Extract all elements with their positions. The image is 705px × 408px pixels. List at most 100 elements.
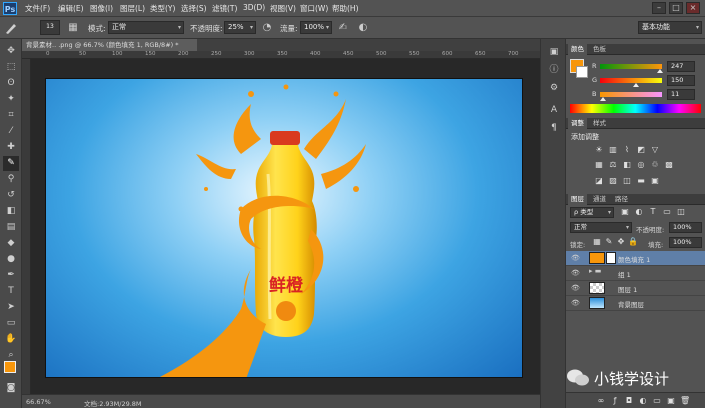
menu-help[interactable]: 帮助(H) [332,3,359,14]
link-layers-icon[interactable]: ∞ [596,396,606,406]
layer-opacity-field[interactable]: 100% [669,222,702,233]
layer-row[interactable]: 👁 颜色填充 1 [566,251,705,266]
layer-row[interactable]: 👁 ▸ ▬ 组 1 [566,266,705,281]
black-white-icon[interactable]: ◧ [622,160,632,170]
type-tool-icon[interactable]: T [3,284,19,299]
lock-position-icon[interactable]: ✥ [616,237,626,247]
slider-handle[interactable] [633,83,640,87]
history-icon[interactable]: ▣ [546,45,562,59]
blend-mode-select[interactable]: 正常 ▾ [570,222,632,233]
photo-filter-icon[interactable]: ◎ [636,160,646,170]
brush-tool-icon[interactable] [4,21,18,35]
new-group-icon[interactable]: ▭ [652,396,662,406]
character-icon[interactable]: A [546,103,562,117]
layer-row[interactable]: 👁 背景图层 [566,296,705,311]
eraser-tool-icon[interactable]: ◧ [3,204,19,219]
tab-paths[interactable]: 路径 [612,194,631,205]
layer-filter-select[interactable]: ρ 类型 ▾ [570,207,614,218]
menu-image[interactable]: 图像(I) [90,3,113,14]
pressure-size-icon[interactable]: ◐ [356,21,370,35]
menu-file[interactable]: 文件(F) [25,3,50,14]
lock-transparency-icon[interactable]: ▦ [592,237,602,247]
quick-mask-icon[interactable]: ◙ [3,381,19,396]
minimize-button[interactable]: – [652,2,666,14]
mode-select[interactable]: 正常 ▾ [108,21,184,34]
slider-handle[interactable] [657,69,664,73]
tab-layers[interactable]: 图层 [568,194,587,205]
filter-type-icon[interactable]: T [648,207,658,217]
brush-tool-icon[interactable]: ✎ [3,156,19,171]
pressure-opacity-icon[interactable]: ◔ [260,21,274,35]
channel-slider-g[interactable] [600,78,662,87]
quick-select-tool-icon[interactable]: ✦ [3,92,19,107]
slider-handle[interactable] [599,97,606,101]
info-icon[interactable]: ⓘ [546,63,562,77]
posterize-icon[interactable]: ▨ [608,176,618,186]
pen-tool-icon[interactable]: ✒ [3,268,19,283]
visibility-eye-icon[interactable]: 👁 [571,299,580,307]
dodge-tool-icon[interactable]: ● [3,252,19,267]
threshold-icon[interactable]: ◫ [622,176,632,186]
lock-all-icon[interactable]: 🔒 [628,237,638,247]
gradient-map-icon[interactable]: ▬ [636,176,646,186]
menu-view[interactable]: 视图(V) [270,3,296,14]
background-color-box[interactable] [576,66,588,78]
foreground-color-swatch[interactable] [4,361,16,373]
new-adjustment-icon[interactable]: ◐ [638,396,648,406]
path-select-tool-icon[interactable]: ➤ [3,300,19,315]
visibility-eye-icon[interactable]: 👁 [571,269,580,277]
vibrance-icon[interactable]: ▽ [650,145,660,155]
channel-mixer-icon[interactable]: ♲ [650,160,660,170]
eyedropper-tool-icon[interactable]: ⁄ [3,124,19,139]
lock-pixels-icon[interactable]: ✎ [604,237,614,247]
menu-edit[interactable]: 编辑(E) [58,3,84,14]
visibility-eye-icon[interactable]: 👁 [571,284,580,292]
crop-tool-icon[interactable]: ⌗ [3,108,19,123]
workspace-select[interactable]: 基本功能 ▾ [638,21,702,34]
paragraph-icon[interactable]: ¶ [546,121,562,135]
marquee-tool-icon[interactable]: ⬚ [3,60,19,75]
clone-stamp-tool-icon[interactable]: ⚲ [3,172,19,187]
menu-select[interactable]: 选择(S) [181,3,207,14]
blur-tool-icon[interactable]: ◆ [3,236,19,251]
filter-pixel-icon[interactable]: ▣ [620,207,630,217]
opacity-field[interactable]: 25% ▾ [224,21,256,34]
color-lookup-icon[interactable]: ▩ [664,160,674,170]
menu-window[interactable]: 窗口(W) [300,3,328,14]
airbrush-icon[interactable]: ✍ [336,21,350,35]
selective-color-icon[interactable]: ▣ [650,176,660,186]
color-spectrum-bar[interactable] [570,104,701,113]
tab-channels[interactable]: 通道 [590,194,609,205]
artboard[interactable]: 鲜橙 [45,78,523,378]
channel-slider-b[interactable] [599,92,662,101]
brightness-icon[interactable]: ☀ [594,145,604,155]
filter-smart-icon[interactable]: ◫ [676,207,686,217]
flow-field[interactable]: 100% ▾ [300,21,332,34]
brush-preset-picker[interactable]: 13 [40,20,60,35]
curves-icon[interactable]: ⌇ [622,145,632,155]
lasso-tool-icon[interactable]: ʘ [3,76,19,91]
brush-panel-icon[interactable]: ▦ [66,21,80,35]
layer-style-icon[interactable]: ƒ [610,396,620,406]
channel-value-g[interactable]: 150 [667,75,695,86]
properties-icon[interactable]: ⚙ [546,81,562,95]
tab-adjustments[interactable]: 调整 [568,118,587,129]
shape-tool-icon[interactable]: ▭ [3,316,19,331]
levels-icon[interactable]: ▥ [608,145,618,155]
filter-shape-icon[interactable]: ▭ [662,207,672,217]
fill-field[interactable]: 100% [669,237,702,248]
exposure-icon[interactable]: ◩ [636,145,646,155]
channel-value-b[interactable]: 11 [667,89,695,100]
tab-swatches[interactable]: 色板 [590,44,609,55]
invert-icon[interactable]: ◪ [594,176,604,186]
menu-filter[interactable]: 滤镜(T) [212,3,237,14]
zoom-level[interactable]: 66.67% [26,398,51,406]
gradient-tool-icon[interactable]: ▤ [3,220,19,235]
hand-tool-icon[interactable]: ✋ [3,332,19,347]
visibility-eye-icon[interactable]: 👁 [571,254,580,262]
menu-layer[interactable]: 图层(L) [120,3,145,14]
menu-type[interactable]: 类型(Y) [150,3,175,14]
new-layer-icon[interactable]: ▣ [666,396,676,406]
tab-color[interactable]: 颜色 [568,44,587,55]
hue-saturation-icon[interactable]: ▦ [594,160,604,170]
